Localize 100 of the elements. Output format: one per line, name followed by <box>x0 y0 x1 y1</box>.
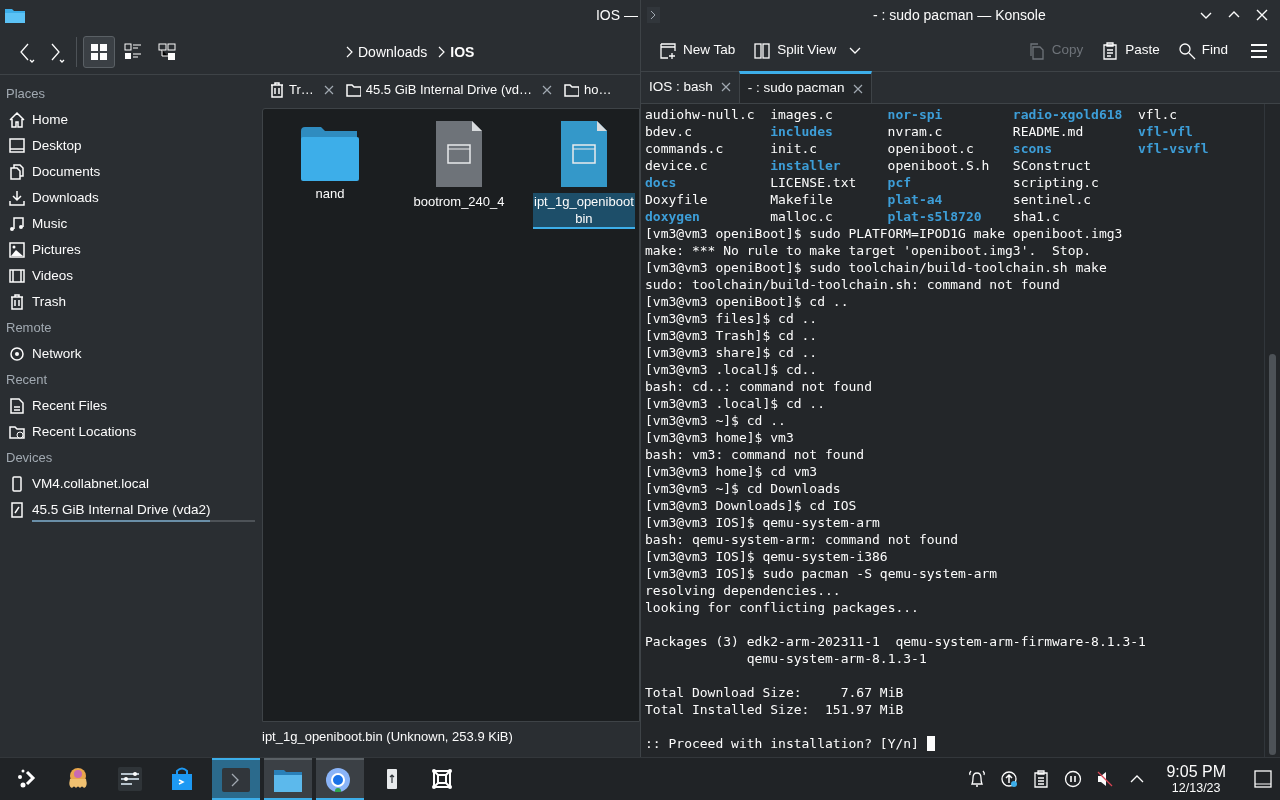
sidebar-item[interactable]: Videos <box>0 263 255 289</box>
file-name[interactable]: nand <box>314 185 346 202</box>
terminal-line: [vm3@vm3 IOS]$ sudo pacman -S qemu-system-arm <box>645 565 998 582</box>
file-name[interactable]: bootrom_240_4 <box>412 193 506 210</box>
terminal-line: [vm3@vm3 IOS]$ qemu-system-arm <box>645 514 880 531</box>
terminal-line: :: Proceed with installation? [Y/n] <box>645 735 920 752</box>
menu-icon[interactable] <box>1250 41 1268 60</box>
text-cursor <box>926 736 935 751</box>
muted-speaker-icon[interactable] <box>1096 770 1115 788</box>
terminal-line: bash: cd..: command not found <box>645 378 872 395</box>
sidebar-item[interactable]: Desktop <box>0 133 255 159</box>
folder-icon <box>4 6 26 24</box>
file-name[interactable]: ipt_1g_openiboot bin <box>533 193 635 229</box>
file-name: bdev.c <box>645 123 693 140</box>
film-icon <box>8 267 26 285</box>
chevron-right-icon <box>345 45 354 59</box>
network-icon <box>8 345 26 363</box>
file-tab[interactable]: 45.5 GiB Internal Drive (vd… <box>338 75 557 105</box>
sidebar-item[interactable]: Recent Files <box>0 393 255 419</box>
download-icon <box>8 189 26 207</box>
sidebar-item[interactable]: Pictures <box>0 237 255 263</box>
terminal-line: resolving dependencies... <box>645 582 841 599</box>
sidebar-item[interactable]: Trash <box>0 289 255 315</box>
terminal-tab[interactable]: - : sudo pacman <box>738 71 872 103</box>
terminal-line: [vm3@vm3 .local]$ cd .. <box>645 395 825 412</box>
directory-name: nor-spi <box>887 106 944 123</box>
directory-name: docs <box>645 174 678 191</box>
sidebar-item[interactable]: VM4.collabnet.local <box>0 471 255 497</box>
unknown-file-icon <box>436 121 482 187</box>
view-mode-button[interactable] <box>83 36 115 68</box>
clipboard-icon[interactable] <box>1032 770 1051 788</box>
bell-icon[interactable] <box>968 770 987 788</box>
terminal-line: [vm3@vm3 openiBoot]$ cd .. <box>645 293 849 310</box>
update-icon[interactable] <box>1000 770 1019 788</box>
clipboard-icon <box>1101 41 1120 60</box>
section-heading: Recent <box>5 371 49 390</box>
drive-icon <box>8 501 26 519</box>
trash-icon <box>8 293 26 311</box>
directory-name: vfl-vfl <box>1138 123 1194 140</box>
file-name: openiboot.c <box>887 140 975 157</box>
file-tab[interactable]: Tr… <box>262 75 339 105</box>
file-tab[interactable]: ho… <box>557 75 614 105</box>
file-name: README.md <box>1012 123 1085 140</box>
clock[interactable]: 9:05 PM 12/13/23 <box>1166 763 1226 795</box>
dropdown-icon <box>848 46 863 55</box>
chevron-right-icon <box>437 45 447 59</box>
terminal-line: [vm3@vm3 IOS]$ qemu-system-i386 <box>645 548 888 565</box>
sidebar-item[interactable]: Network <box>0 341 255 367</box>
music-note-icon <box>8 215 26 233</box>
terminal-line: [vm3@vm3 home]$ vm3 <box>645 429 794 446</box>
directory-name: radio-xgold618 <box>1012 106 1124 123</box>
file-name: init.c <box>770 140 819 157</box>
directory-name: includes <box>770 123 834 140</box>
sidebar-item[interactable]: Home <box>0 107 255 133</box>
folder-clock-icon <box>8 423 26 441</box>
close-icon[interactable] <box>322 84 335 96</box>
terminal-icon <box>222 768 250 792</box>
sidebar-item[interactable]: Downloads <box>0 185 255 211</box>
toolbar-button[interactable]: Split View <box>749 34 867 67</box>
breadcrumb-item[interactable]: IOS <box>450 41 475 63</box>
close-icon[interactable] <box>720 82 731 92</box>
toolbar-button[interactable]: New Tab <box>655 34 740 67</box>
scrollbar-thumb[interactable] <box>1269 354 1276 755</box>
terminal-line: make: *** No rule to make target 'openiboot.img3'. Stop. <box>645 242 1092 259</box>
folder-icon <box>563 81 579 99</box>
terminal-line: [vm3@vm3 openiBoot]$ sudo PLATFORM=IPOD1G make openiboot.img3 <box>645 225 1123 242</box>
pause-icon[interactable] <box>1064 770 1083 788</box>
toolbar-button[interactable]: Find <box>1173 34 1232 67</box>
sidebar-item[interactable]: Recent Locations <box>0 419 255 445</box>
file-name: vfl.c <box>1138 106 1179 123</box>
directory-name: plat-s5l8720 <box>887 208 983 225</box>
taskbar-button[interactable] <box>316 758 364 800</box>
toolbar-button[interactable]: Paste <box>1097 34 1164 67</box>
sidebar-item[interactable]: Music <box>0 211 255 237</box>
tree-view-icon <box>158 43 176 61</box>
terminal-line: [vm3@vm3 share]$ cd .. <box>645 344 818 361</box>
file-name: sha1.c <box>1012 208 1061 225</box>
trash-icon <box>268 81 284 99</box>
file-name: Doxyfile <box>645 191 709 208</box>
terminal-line: [vm3@vm3 files]$ cd .. <box>645 310 818 327</box>
monitor-icon <box>8 137 26 155</box>
file-name: malloc.c <box>770 208 834 225</box>
show-desktop-icon[interactable] <box>1254 770 1272 788</box>
terminal-tab[interactable]: IOS : bash <box>641 71 739 103</box>
window-title: IOS — <box>596 5 639 25</box>
file-name: scripting.c <box>1012 174 1100 191</box>
directory-name: scons <box>1012 140 1053 157</box>
close-icon[interactable] <box>1254 7 1270 23</box>
terminal-line: [vm3@vm3 ~]$ cd Downloads <box>645 480 841 497</box>
close-icon[interactable] <box>852 83 863 94</box>
close-icon[interactable] <box>541 84 553 96</box>
sidebar-item[interactable]: Documents <box>0 159 255 185</box>
terminal-line: sudo: toolchain/build-toolchain.sh: command not found <box>645 276 1060 293</box>
directory-name: installer <box>770 157 842 174</box>
file-name: openiboot.S.h <box>887 157 991 174</box>
new-tab-icon <box>659 41 677 60</box>
sidebar-item[interactable]: 45.5 GiB Internal Drive (vda2) <box>0 497 255 523</box>
file-name: sentinel.c <box>1012 191 1093 208</box>
split-view-icon <box>753 41 772 60</box>
breadcrumb-item[interactable]: Downloads <box>358 41 428 63</box>
